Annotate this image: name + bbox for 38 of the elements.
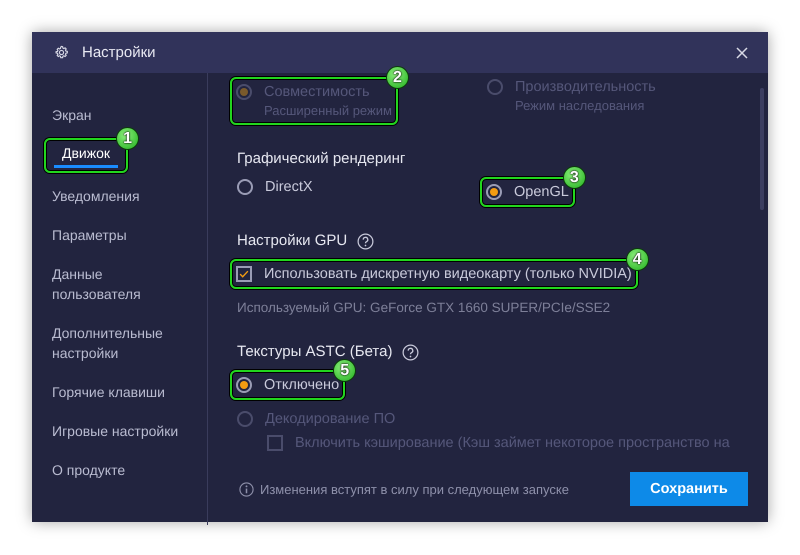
sidebar-item[interactable]: Экран — [44, 105, 200, 125]
option-label: Декодирование ПО — [265, 410, 396, 429]
sidebar-item[interactable]: Дополнительные настройки — [44, 323, 200, 363]
settings-icon[interactable] — [54, 45, 69, 60]
section-heading: Графический рендеринг — [237, 149, 406, 169]
sidebar-item[interactable]: О продукте — [44, 460, 200, 480]
close-icon[interactable] — [736, 46, 748, 58]
scrollbar[interactable] — [760, 88, 764, 210]
window-title: Настройки — [82, 44, 157, 61]
radio-button[interactable] — [486, 184, 502, 200]
radio-button[interactable] — [237, 179, 253, 195]
info-text: Изменения вступят в силу при следующем запуске — [260, 482, 570, 496]
sidebar-item[interactable]: Игровые настройки — [44, 421, 200, 441]
save-button[interactable]: Сохранить — [630, 472, 748, 506]
option-description: Расширенный режим — [264, 102, 392, 120]
sidebar-item[interactable]: Уведомления — [44, 186, 200, 206]
option-label: Включить кэширование (Кэш займет некоторое пространство на — [295, 434, 730, 453]
sidebar-item[interactable]: Движок — [54, 143, 118, 168]
help-icon[interactable] — [402, 344, 420, 360]
option-label: DirectX — [265, 178, 313, 197]
help-icon[interactable] — [357, 232, 374, 250]
section-heading: Настройки GPU — [237, 231, 348, 251]
section-heading: Текстуры ASTC (Бета) — [237, 342, 392, 362]
checkmark-icon — [238, 268, 250, 280]
callout-badge: 2 — [386, 66, 409, 89]
radio-button[interactable] — [236, 377, 252, 393]
option-description: Режим наследования — [515, 97, 646, 115]
checkbox[interactable] — [236, 266, 252, 282]
info-icon — [239, 482, 254, 496]
callout-badge: 1 — [116, 127, 140, 150]
sidebar-item[interactable]: Параметры — [44, 225, 200, 245]
callout-badge: 5 — [333, 359, 356, 382]
callout-badge: 3 — [562, 166, 586, 189]
option-label: Совместимость — [264, 83, 371, 102]
sidebar-item[interactable]: Данные пользователя — [44, 264, 200, 304]
option-label: Производительность — [515, 78, 656, 97]
gpu-info-text: Используемый GPU: GeForce GTX 1660 SUPER/PCIe/SSE2 — [237, 299, 612, 317]
sidebar-item[interactable]: Горячие клавиши — [44, 382, 200, 402]
